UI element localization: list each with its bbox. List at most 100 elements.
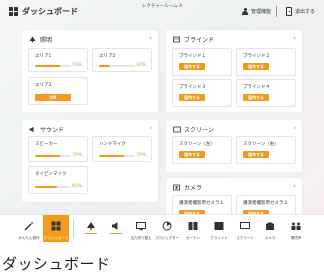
blind-1: ブラインド１ 操作する	[172, 48, 232, 76]
operate-button[interactable]: 操作する	[243, 151, 269, 158]
sound-item-label: ハンドマイク	[99, 142, 126, 147]
level-percent: 70%	[71, 153, 82, 158]
light-area-label: エリア3	[35, 83, 52, 88]
nav-lighting[interactable]	[78, 215, 104, 242]
level-fill	[35, 186, 57, 188]
person-icon	[242, 7, 248, 16]
pinmic-volume[interactable]: タイピンマイク 60%	[28, 166, 88, 194]
operate-button[interactable]: 操作する	[179, 63, 205, 70]
blind-icon	[214, 222, 224, 230]
blind-4: ブラインド４ 操作する	[236, 79, 296, 107]
sound-title: サウンド	[40, 126, 65, 134]
output-switch-icon	[136, 222, 146, 231]
curtain-icon	[188, 222, 198, 230]
light-area-1[interactable]: エリア1 70%	[28, 48, 88, 72]
screen-icon	[173, 126, 181, 133]
top-bar: ダッシュボード レクチャールーム A 管理機能 退出する	[0, 0, 324, 24]
nav-output-switch[interactable]: 出力切り替え	[128, 215, 154, 242]
screen-label: スクリーン（右）	[243, 142, 279, 147]
camera-label: 講演者撮影用カメラ１	[179, 201, 224, 206]
operate-button[interactable]: 操作する	[243, 94, 269, 101]
nav-camera[interactable]: カメラ	[257, 215, 283, 242]
nav-label: 環境声	[290, 236, 302, 240]
nav-easy-operation[interactable]: かんたん操作	[16, 215, 42, 242]
screen-icon	[240, 222, 250, 229]
magic-wand-icon	[24, 221, 34, 231]
operate-button[interactable]: 操作する	[179, 151, 205, 158]
level-percent: 70%	[71, 63, 82, 68]
camera-label: 講演者撮影用カメラ２	[243, 201, 288, 206]
lighting-card-header[interactable]: 照明 ›	[29, 34, 154, 44]
exit-button[interactable]: 退出する	[286, 6, 315, 17]
on-toggle[interactable]: ON	[35, 94, 71, 101]
chevron-right-icon: ›	[293, 124, 296, 132]
admin-label: 管理機能	[251, 9, 272, 15]
screen-card-header[interactable]: スクリーン ›	[173, 124, 298, 134]
projector-icon	[162, 221, 172, 231]
blind-label: ブラインド３	[179, 85, 206, 90]
sound-item-label: タイピンマイク	[35, 172, 67, 177]
screen-title: スクリーン	[184, 126, 214, 134]
handmic-volume[interactable]: ハンドマイク 70%	[92, 136, 152, 162]
level-percent: 60%	[71, 184, 82, 189]
speaker-volume[interactable]: スピーカー 70%	[28, 136, 88, 162]
nav-label: ダッシュボード	[43, 236, 69, 240]
light-area-3[interactable]: エリア3 ON	[28, 77, 88, 105]
nav-divider	[73, 220, 74, 238]
camera-icon	[266, 222, 274, 230]
camera-card-header[interactable]: カメラ ›	[173, 182, 298, 192]
page-caption: ダッシュボード	[2, 255, 111, 273]
nav-projector[interactable]: プロジェクター	[154, 215, 180, 242]
room-name: レクチャールーム A	[141, 4, 183, 9]
blind-3: ブラインド３ 操作する	[172, 79, 232, 107]
level-slider[interactable]	[99, 65, 135, 67]
environment-icon	[291, 222, 301, 230]
lighting-title: 照明	[40, 36, 53, 44]
operate-button[interactable]: 操作する	[179, 94, 205, 101]
dashboard-icon	[51, 221, 61, 231]
light-icon	[29, 36, 36, 43]
dashboard-grid-icon	[9, 7, 18, 16]
blind-icon	[173, 36, 180, 43]
nav-environment[interactable]: 環境声	[283, 215, 309, 242]
sound-card-header[interactable]: サウンド ›	[29, 124, 154, 134]
blinds-card: ブラインド › ブラインド１ 操作する ブラインド２ 操作する ブラインド３ 操…	[166, 30, 302, 112]
screen-label: スクリーン（左）	[179, 142, 215, 147]
nav-curtain[interactable]: カーテン	[180, 215, 206, 242]
admin-button[interactable]: 管理機能	[242, 6, 271, 17]
tablet-screen: ダッシュボード レクチャールーム A 管理機能 退出する 照明 › エリア1 7…	[0, 0, 324, 242]
sound-card: サウンド › スピーカー 70% ハンドマイク 70% タイピンマイク 60%	[22, 120, 158, 202]
level-fill	[99, 65, 110, 67]
blind-label: ブラインド４	[243, 85, 270, 90]
camera-icon	[173, 184, 180, 191]
exit-label: 退出する	[295, 9, 316, 15]
blinds-title: ブラインド	[184, 36, 215, 44]
level-slider[interactable]	[99, 155, 135, 157]
blind-label: ブラインド２	[243, 54, 270, 59]
chevron-right-icon: ›	[149, 124, 152, 132]
level-slider[interactable]	[35, 65, 71, 67]
blinds-card-header[interactable]: ブラインド ›	[173, 34, 298, 44]
nav-blinds[interactable]: ブラインド	[206, 215, 232, 242]
level-slider[interactable]	[35, 155, 71, 157]
level-indicator	[85, 233, 97, 234]
header-divider	[276, 6, 277, 17]
light-area-label: エリア2	[99, 54, 116, 59]
level-percent: 30%	[135, 63, 146, 68]
level-slider[interactable]	[35, 186, 71, 188]
nav-dashboard[interactable]: ダッシュボード	[43, 215, 69, 242]
speaker-icon	[112, 222, 118, 230]
screen-card: スクリーン › スクリーン（左） 操作する スクリーン（右） 操作する	[166, 120, 302, 172]
level-fill	[99, 155, 125, 157]
camera-title: カメラ	[184, 184, 203, 192]
level-indicator	[110, 233, 122, 234]
light-area-label: エリア1	[35, 54, 52, 59]
screen-left: スクリーン（左） 操作する	[172, 136, 232, 164]
speaker-icon	[29, 126, 36, 133]
page-title: ダッシュボード	[22, 7, 78, 16]
blind-2: ブラインド２ 操作する	[236, 48, 296, 76]
chevron-right-icon: ›	[293, 34, 296, 42]
light-area-2[interactable]: エリア2 30%	[92, 48, 152, 72]
operate-button[interactable]: 操作する	[243, 63, 269, 70]
level-fill	[35, 65, 61, 67]
